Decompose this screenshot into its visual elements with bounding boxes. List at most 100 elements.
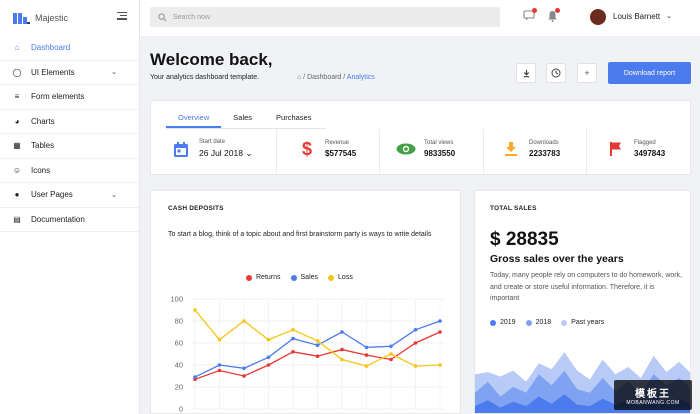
data-point[interactable]: [266, 363, 271, 367]
data-point[interactable]: [413, 364, 418, 368]
legend-item[interactable]: Sales: [290, 274, 318, 281]
data-point[interactable]: [217, 337, 222, 342]
sidebar-item-label: UI Elements: [31, 67, 75, 77]
data-point[interactable]: [193, 308, 197, 312]
data-point[interactable]: [389, 352, 393, 356]
user-icon: ●: [14, 190, 20, 200]
sidebar-nav: ⌂ Dashboard ◯ UI Elements ⌄ ≡ Form elements ◕ Ch…: [0, 36, 139, 232]
download-report-button[interactable]: Download report: [608, 62, 691, 84]
stat-revenue: $ Revenue $577545: [297, 139, 356, 159]
watermark-main: 模板王: [635, 388, 671, 400]
data-point[interactable]: [340, 357, 344, 362]
legend-item[interactable]: Past years: [561, 319, 604, 326]
start-date-value: 26 Jul 2018 ⌄: [199, 148, 253, 158]
data-point[interactable]: [438, 319, 442, 323]
sidebar-item-icons[interactable]: ☺ Icons: [0, 159, 139, 183]
data-point[interactable]: [291, 350, 295, 354]
stat-downloads: Downloads 2233783: [501, 139, 560, 159]
sidebar-item-charts[interactable]: ◕ Charts: [0, 110, 139, 134]
smiley-icon: ☺: [12, 165, 22, 175]
cash-deposits-chart: 0 20 40 60 80 100: [170, 295, 444, 414]
data-point[interactable]: [315, 354, 320, 358]
sidebar-item-dashboard[interactable]: ⌂ Dashboard: [0, 36, 139, 61]
search-input[interactable]: Search now: [150, 7, 500, 27]
sidebar-item-ui-elements[interactable]: ◯ UI Elements ⌄: [0, 61, 139, 85]
data-point[interactable]: [217, 368, 222, 373]
sidebar-item-tables[interactable]: ▦ Tables: [0, 134, 139, 159]
data-point[interactable]: [438, 363, 442, 367]
sidebar-item-user-pages[interactable]: ● User Pages ⌄: [0, 183, 139, 208]
data-point[interactable]: [217, 363, 222, 367]
data-point[interactable]: [364, 353, 369, 357]
card-description: To start a blog, think of a topic about …: [168, 231, 432, 238]
messages-badge: [532, 8, 537, 13]
start-date-picker[interactable]: Start date 26 Jul 2018 ⌄: [171, 139, 252, 159]
notifications-bell-icon[interactable]: [546, 8, 560, 22]
topbar: Search now Louis Barnett ⌄: [140, 0, 700, 36]
chevron-down-icon: ⌄: [111, 69, 117, 77]
y-tick-label: 0: [179, 405, 183, 414]
stat-value: $577545: [325, 149, 357, 158]
legend-item[interactable]: Loss: [328, 274, 353, 281]
stat-value: 3497843: [634, 149, 666, 158]
sales-description: Today, many people rely on computers to …: [490, 272, 683, 302]
legend-item[interactable]: 2019: [490, 319, 516, 326]
eye-icon: [396, 139, 416, 159]
stat-flagged: Flagged 3497843: [606, 139, 665, 159]
sidebar-item-label: Charts: [31, 116, 55, 126]
data-point[interactable]: [413, 328, 418, 332]
y-tick-label: 100: [170, 295, 183, 304]
stat-value: 9833550: [424, 149, 456, 158]
data-point[interactable]: [291, 336, 295, 341]
sidebar-item-form-elements[interactable]: ≡ Form elements: [0, 85, 139, 110]
chevron-down-icon: ⌄: [245, 148, 253, 158]
legend-dot: [490, 319, 496, 326]
download-icon: [523, 69, 529, 77]
data-point[interactable]: [291, 328, 295, 332]
legend-dot: [525, 319, 532, 326]
breadcrumb-dashboard[interactable]: Dashboard: [307, 74, 341, 81]
data-point[interactable]: [242, 319, 246, 323]
legend-item[interactable]: 2018: [525, 319, 552, 326]
data-point[interactable]: [364, 345, 369, 350]
stats-tabs: Overview Sales Purchases: [166, 111, 326, 129]
avatar[interactable]: [590, 9, 606, 25]
messages-icon[interactable]: [523, 8, 537, 22]
y-tick-label: 80: [175, 317, 183, 326]
data-point[interactable]: [438, 330, 442, 334]
data-point[interactable]: [340, 330, 344, 334]
data-point[interactable]: [266, 355, 271, 360]
sidebar-item-label: Tables: [31, 141, 55, 151]
legend-label: 2018: [535, 319, 552, 326]
data-point[interactable]: [193, 375, 197, 379]
data-point[interactable]: [315, 339, 320, 343]
data-point[interactable]: [315, 343, 320, 347]
pie-chart-icon: ◕: [14, 116, 20, 126]
history-button[interactable]: [546, 63, 566, 83]
data-point[interactable]: [266, 337, 271, 342]
sales-legend: 2019 2018 Past years: [490, 319, 604, 326]
data-point[interactable]: [389, 344, 393, 349]
legend-item[interactable]: Returns: [246, 274, 281, 281]
user-menu-chevron-down-icon[interactable]: ⌄: [666, 12, 672, 20]
calendar-icon: [171, 139, 191, 159]
document-icon: ▤: [13, 214, 21, 224]
data-point[interactable]: [389, 357, 393, 362]
add-button[interactable]: +: [577, 63, 597, 83]
data-point[interactable]: [340, 347, 344, 352]
download-icon-button[interactable]: [516, 63, 536, 83]
data-point[interactable]: [413, 341, 418, 345]
legend-label: 2019: [500, 319, 516, 326]
legend-label: Past years: [571, 319, 605, 326]
card-title: TOTAL SALES: [490, 205, 537, 212]
menu-toggle-icon[interactable]: [117, 12, 127, 20]
user-name[interactable]: Louis Barnett: [613, 12, 660, 21]
sidebar-item-label: Documentation: [31, 214, 85, 224]
tab-purchases[interactable]: Purchases: [264, 111, 323, 128]
tab-sales[interactable]: Sales: [221, 111, 264, 128]
sidebar-item-documentation[interactable]: ▤ Documentation: [0, 208, 139, 232]
data-point[interactable]: [242, 366, 246, 371]
data-point[interactable]: [242, 374, 246, 378]
data-point[interactable]: [364, 364, 369, 368]
tab-overview[interactable]: Overview: [166, 111, 222, 128]
